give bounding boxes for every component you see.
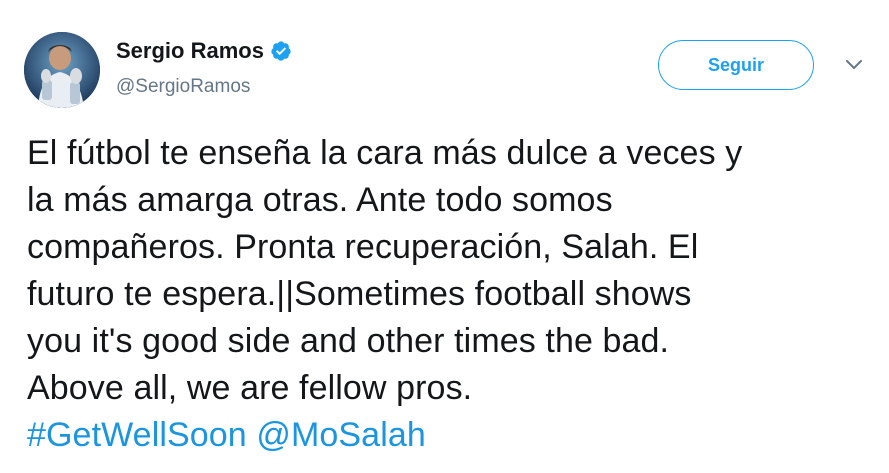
author-name-row[interactable]: Sergio Ramos bbox=[116, 38, 292, 64]
tweet-text-line: la más amarga otras. Ante todo somos bbox=[27, 181, 613, 219]
tweet-text-line: futuro te espera.||Sometimes football sh… bbox=[27, 275, 692, 313]
avatar[interactable] bbox=[24, 32, 100, 108]
mention-link[interactable]: @MoSalah bbox=[256, 416, 426, 454]
chevron-down-icon[interactable] bbox=[844, 58, 864, 72]
avatar-image bbox=[24, 32, 100, 108]
tweet-text-line: El fútbol te enseña la cara más dulce a … bbox=[27, 134, 743, 172]
verified-badge-icon bbox=[270, 40, 292, 62]
tweet-card: Sergio Ramos @SergioRamos Seguir El fútb… bbox=[0, 0, 889, 473]
author-display-name[interactable]: Sergio Ramos bbox=[116, 38, 264, 64]
author-handle[interactable]: @SergioRamos bbox=[116, 76, 250, 98]
tweet-text: El fútbol te enseña la cara más dulce a … bbox=[27, 130, 877, 459]
tweet-text-line: Above all, we are fellow pros. bbox=[27, 369, 473, 407]
follow-button[interactable]: Seguir bbox=[658, 40, 814, 90]
hashtag-link[interactable]: #GetWellSoon bbox=[27, 416, 247, 454]
tweet-text-line: you it's good side and other times the b… bbox=[27, 322, 670, 360]
tweet-links-line: #GetWellSoon @MoSalah bbox=[27, 412, 877, 459]
tweet-text-line: compañeros. Pronta recuperación, Salah. … bbox=[27, 228, 699, 266]
